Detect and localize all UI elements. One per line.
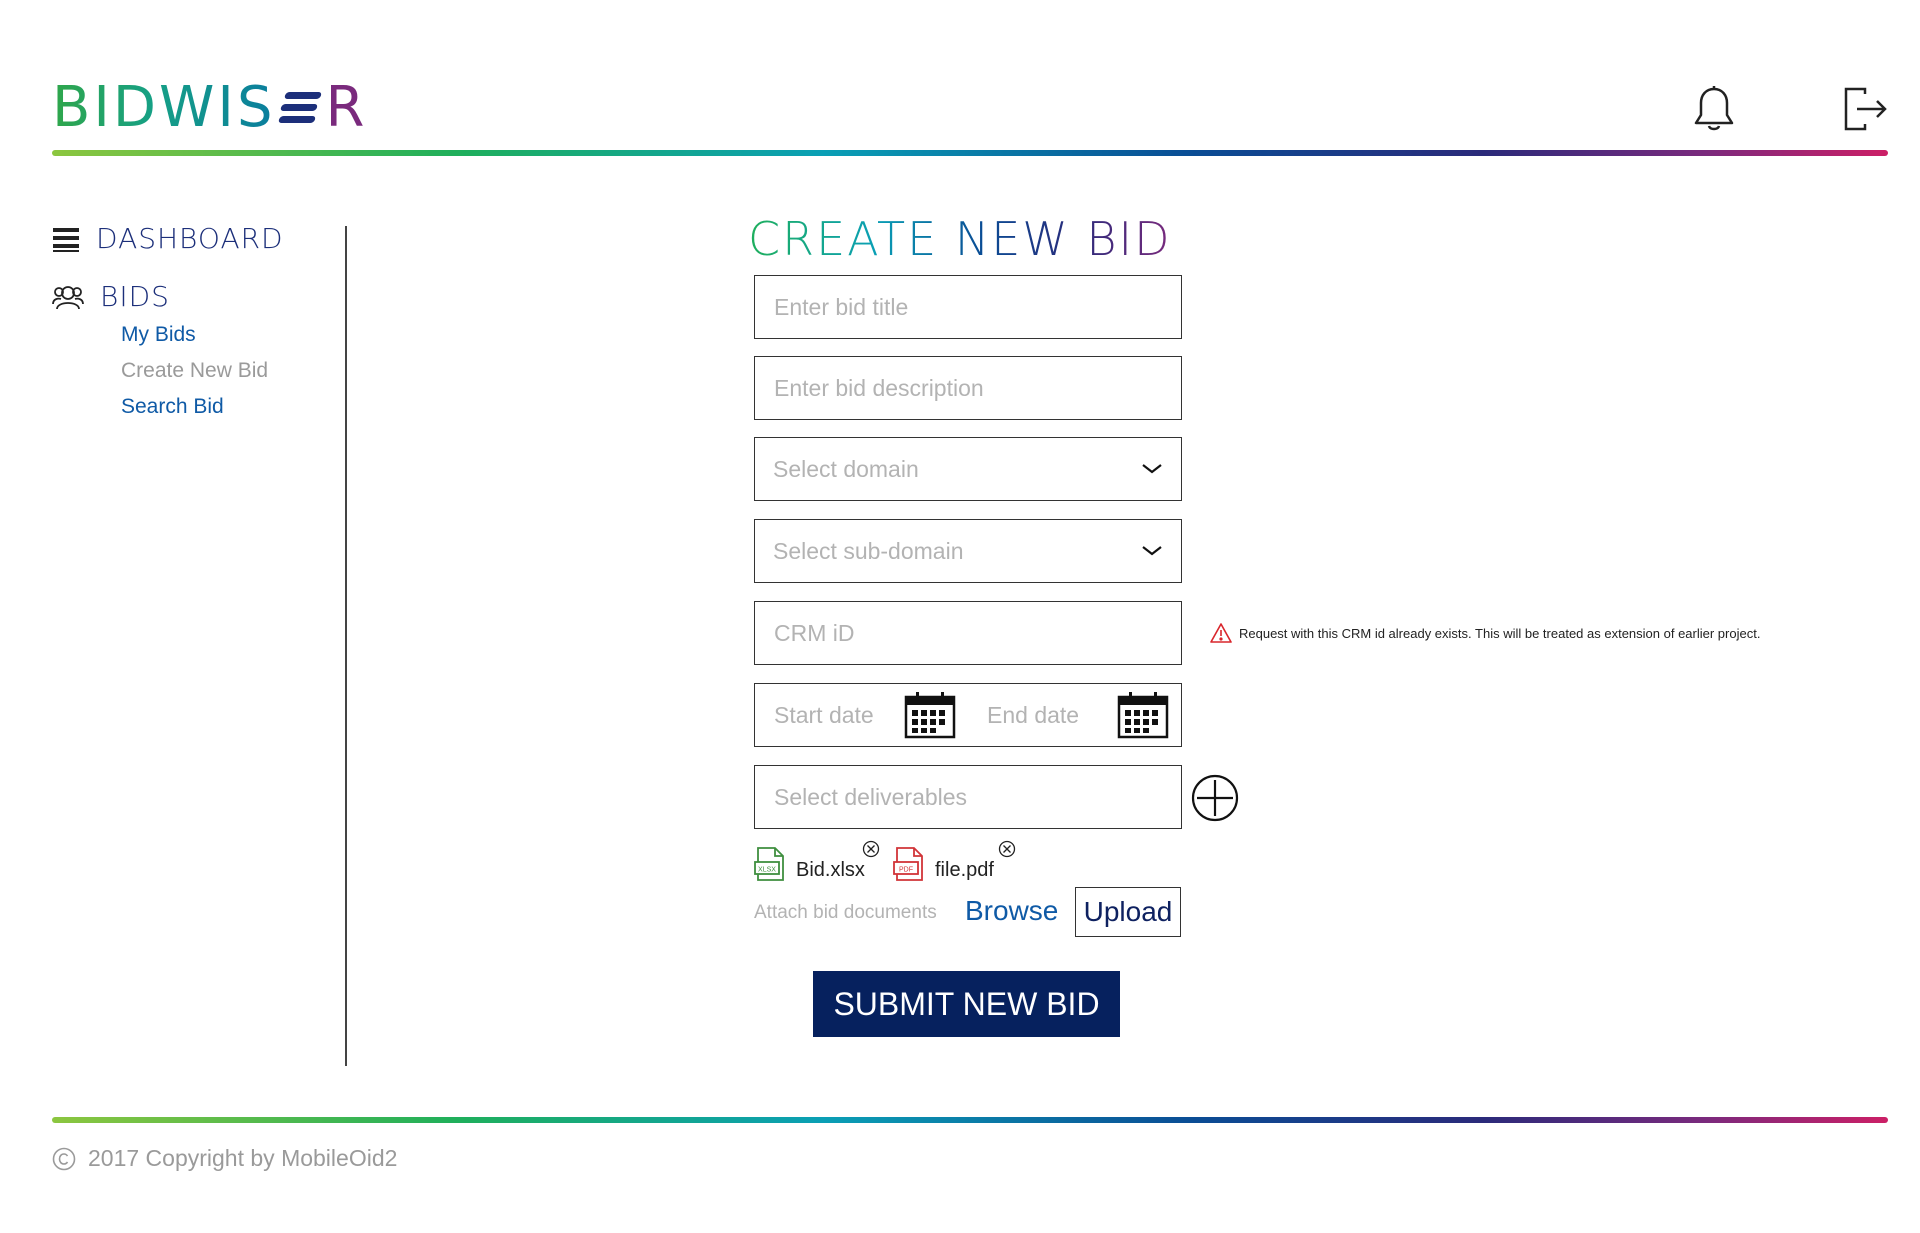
- footer: 2017 Copyright by MobileOid2: [52, 1145, 397, 1172]
- add-circle-icon: [1191, 774, 1239, 822]
- bid-title-input[interactable]: [755, 276, 1181, 338]
- chevron-down-icon: [1142, 546, 1162, 556]
- warning-icon: [1210, 623, 1232, 643]
- pdf-file-icon: PDF: [893, 847, 923, 881]
- crm-id-field[interactable]: [754, 601, 1182, 665]
- bid-description-input[interactable]: [755, 357, 1181, 419]
- logout-button[interactable]: [1842, 84, 1890, 134]
- remove-attachment-button[interactable]: [998, 840, 1016, 863]
- users-icon: [52, 285, 84, 309]
- attachment-item: XLSX Bid.xlsx: [754, 846, 865, 882]
- svg-text:PDF: PDF: [899, 867, 913, 874]
- nav-search-bid[interactable]: Search Bid: [121, 395, 224, 419]
- copyright-text: 2017 Copyright by MobileOid2: [88, 1145, 398, 1171]
- submit-new-bid-button[interactable]: SUBMIT NEW BID: [813, 971, 1120, 1037]
- deliverables-input[interactable]: [755, 766, 1181, 828]
- svg-text:XLSX: XLSX: [758, 867, 776, 874]
- attachment-name: file.pdf: [935, 859, 994, 881]
- subdomain-select[interactable]: Select sub-domain: [754, 519, 1182, 583]
- crm-warning: Request with this CRM id already exists.…: [1209, 622, 1760, 644]
- calendar-icon: [904, 692, 956, 739]
- copyright-icon: [52, 1147, 76, 1170]
- nav-bids[interactable]: BIDS: [52, 280, 170, 313]
- footer-divider: [52, 1117, 1888, 1123]
- close-circle-icon: [862, 840, 880, 858]
- crm-warning-text: Request with this CRM id already exists.…: [1239, 625, 1761, 641]
- nav-my-bids[interactable]: My Bids: [121, 323, 196, 347]
- domain-select-placeholder: Select domain: [773, 455, 919, 482]
- calendar-icon: [1117, 692, 1169, 739]
- bid-title-field[interactable]: [754, 275, 1182, 339]
- bell-icon: [1694, 86, 1734, 131]
- subdomain-select-placeholder: Select sub-domain: [773, 537, 964, 564]
- nav-dashboard-label: DASHBOARD: [96, 222, 284, 255]
- sidebar-divider: [345, 226, 347, 1066]
- upload-button[interactable]: Upload: [1075, 887, 1181, 937]
- crm-id-input[interactable]: [755, 602, 1181, 664]
- start-date-picker[interactable]: Start date: [755, 691, 968, 739]
- remove-attachment-button[interactable]: [862, 840, 880, 863]
- browse-link[interactable]: Browse: [965, 895, 1058, 927]
- domain-select[interactable]: Select domain: [754, 437, 1182, 501]
- date-range-field: Start date End date: [754, 683, 1182, 747]
- close-circle-icon: [998, 840, 1016, 858]
- header-divider: [52, 150, 1888, 156]
- list-icon: [53, 227, 79, 252]
- logo-e-bars: [277, 90, 323, 124]
- logout-icon: [1844, 87, 1887, 131]
- bid-description-field[interactable]: [754, 356, 1182, 420]
- attachment-item: PDF file.pdf: [893, 846, 994, 882]
- attach-documents-label: Attach bid documents: [754, 902, 937, 923]
- start-date-placeholder: Start date: [774, 701, 874, 728]
- attachment-name: Bid.xlsx: [796, 859, 865, 881]
- end-date-picker[interactable]: End date: [968, 691, 1181, 739]
- page-title: CREATE NEW BID: [748, 212, 1172, 266]
- nav-create-new-bid[interactable]: Create New Bid: [121, 359, 268, 383]
- end-date-placeholder: End date: [987, 701, 1080, 728]
- nav-bids-label: BIDS: [100, 280, 170, 313]
- deliverables-field[interactable]: [754, 765, 1182, 829]
- excel-file-icon: XLSX: [754, 847, 784, 881]
- add-deliverable-button[interactable]: [1190, 773, 1240, 823]
- chevron-down-icon: [1142, 464, 1162, 474]
- notifications-button[interactable]: [1690, 84, 1738, 134]
- nav-dashboard[interactable]: DASHBOARD: [52, 222, 284, 255]
- bidwiser-logo: BIDWIS R: [52, 74, 368, 140]
